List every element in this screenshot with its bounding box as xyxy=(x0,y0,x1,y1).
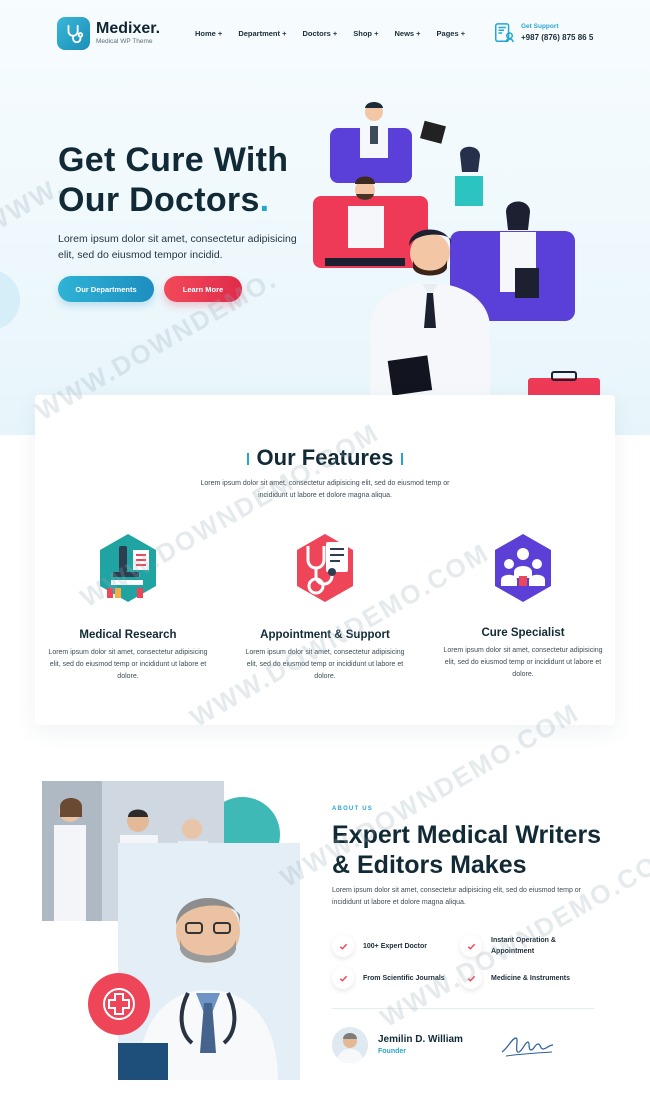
signature-icon xyxy=(501,1037,554,1057)
feature-text: Lorem ipsum dolor sit amet, consectetur … xyxy=(48,649,208,680)
hero-description: Lorem ipsum dolor sit amet, consectetur … xyxy=(58,233,297,261)
site-header: Medixer. Medical WP Theme Home + Departm… xyxy=(0,0,650,70)
feature-appointment-support[interactable]: Appointment & Support Lorem ipsum dolor … xyxy=(245,532,405,683)
nav-department[interactable]: Department + xyxy=(238,29,286,38)
support-phone[interactable]: +987 (876) 875 86 5 xyxy=(521,33,593,43)
feature-title: Medical Research xyxy=(79,629,177,641)
our-departments-button[interactable]: Our Departments xyxy=(58,276,154,302)
feature-text: Lorem ipsum dolor sit amet, consectetur … xyxy=(245,649,405,680)
nav-news[interactable]: News + xyxy=(394,29,420,38)
feature-text: Lorem ipsum dolor sit amet, consectetur … xyxy=(443,647,603,678)
check-item: 100+ Expert Doctor xyxy=(332,935,427,957)
feature-cure-specialist[interactable]: Cure Specialist Lorem ipsum dolor sit am… xyxy=(443,532,603,681)
nav-doctors[interactable]: Doctors + xyxy=(302,29,337,38)
stethoscope-icon xyxy=(297,534,353,602)
specialists-icon xyxy=(495,534,551,602)
check-icon xyxy=(332,967,354,989)
logo-subtitle: Medical WP Theme xyxy=(96,38,153,46)
hero-title: Get Cure With Our Doctors. xyxy=(58,140,318,220)
check-icon xyxy=(332,935,354,957)
divider xyxy=(332,1008,594,1009)
feature-title: Appointment & Support xyxy=(260,629,390,641)
about-description: Lorem ipsum dolor sit amet, consectetur … xyxy=(332,887,582,906)
check-icon xyxy=(460,967,482,989)
support-icon xyxy=(495,23,514,43)
check-icon xyxy=(460,935,482,957)
hero-title-line1: Get Cure With xyxy=(58,141,289,179)
features-title: Our Features xyxy=(0,445,650,471)
hero-title-line2: Our Doctors. xyxy=(58,181,270,219)
microscope-icon xyxy=(100,534,156,602)
features-description: Lorem ipsum dolor sit amet, consectetur … xyxy=(200,480,450,499)
support-contact[interactable]: Get Support +987 (876) 875 86 5 xyxy=(493,22,593,44)
author-name: Jemilin D. William xyxy=(378,1034,463,1045)
nav-home[interactable]: Home + xyxy=(195,29,222,38)
about-tag: ABOUT US xyxy=(332,806,373,812)
page: Medixer. Medical WP Theme Home + Departm… xyxy=(0,0,650,1115)
doctors-illustration xyxy=(313,102,600,398)
about-title: Expert Medical Writers & Editors Makes xyxy=(332,821,602,879)
hero-title-dot: . xyxy=(259,181,270,219)
main-nav: Home + Department + Doctors + Shop + New… xyxy=(195,29,481,38)
check-item: From Scientific Journals xyxy=(332,967,445,989)
medical-cross-icon xyxy=(88,973,150,1035)
stethoscope-logo-icon xyxy=(57,17,90,50)
check-item: Instant Operation & Appointment xyxy=(460,935,561,957)
logo-title: Medixer. xyxy=(96,20,161,38)
support-label: Get Support xyxy=(521,23,559,31)
check-item: Medicine & Instruments xyxy=(460,967,570,989)
avatar xyxy=(332,1027,368,1063)
doctor-portrait-photo xyxy=(118,843,300,1080)
feature-title: Cure Specialist xyxy=(481,627,565,639)
nav-pages[interactable]: Pages + xyxy=(437,29,466,38)
learn-more-button[interactable]: Learn More xyxy=(164,276,242,302)
logo[interactable]: Medixer. Medical WP Theme xyxy=(57,17,160,50)
feature-medical-research[interactable]: Medical Research Lorem ipsum dolor sit a… xyxy=(48,532,208,683)
nav-shop[interactable]: Shop + xyxy=(353,29,378,38)
author-role: Founder xyxy=(378,1048,406,1055)
